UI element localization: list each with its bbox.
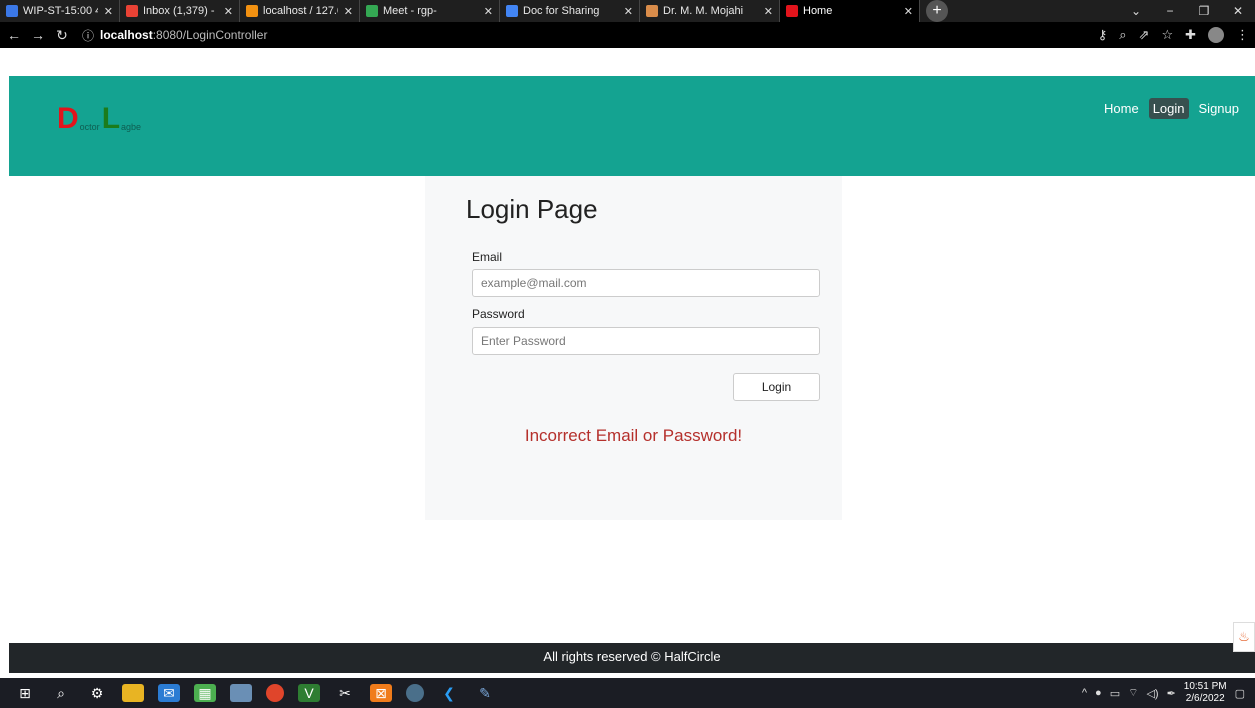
notification-icon[interactable]: ▢ (1235, 687, 1245, 700)
search-icon[interactable]: ⌕ (50, 684, 72, 702)
tab-close-icon[interactable]: ✕ (764, 5, 773, 18)
tab-favicon-icon (126, 5, 138, 17)
menu-kebab-icon[interactable]: ⋮ (1236, 27, 1249, 43)
email-field[interactable] (472, 269, 820, 297)
chrome-icon[interactable] (266, 684, 284, 702)
error-message: Incorrect Email or Password! (524, 426, 743, 445)
tab-search-icon[interactable]: ⌄ (1119, 0, 1153, 22)
tab-favicon-icon (246, 5, 258, 17)
reload-icon[interactable]: ↻ (52, 27, 72, 44)
login-card: Login Page Email Password Login Incorrec… (425, 176, 842, 520)
tab-close-icon[interactable]: ✕ (344, 5, 353, 18)
browser-tab[interactable]: Inbox (1,379) - 2(✕ (120, 0, 240, 22)
chevron-up-icon[interactable]: ^ (1082, 687, 1087, 699)
speaker-icon[interactable]: ◁) (1146, 687, 1158, 700)
settings-gear-icon[interactable]: ⚙ (86, 684, 108, 702)
photos-icon[interactable] (230, 684, 252, 702)
bookmark-star-icon[interactable]: ☆ (1161, 27, 1173, 43)
tab-favicon-icon (6, 5, 18, 17)
nav-login-link[interactable]: Login (1148, 98, 1189, 119)
browser-tab[interactable]: localhost / 127.0.✕ (240, 0, 360, 22)
snipping-tool-icon[interactable]: ✂ (334, 684, 356, 702)
zoom-icon[interactable]: ⌕ (1119, 27, 1126, 43)
tab-close-icon[interactable]: ✕ (224, 5, 233, 18)
windows-start-icon[interactable]: ⊞ (14, 684, 36, 702)
tab-close-icon[interactable]: ✕ (104, 5, 113, 18)
back-arrow-icon[interactable]: ← (4, 27, 24, 43)
tab-favicon-icon (786, 5, 798, 17)
close-window-button[interactable]: ✕ (1221, 0, 1255, 22)
browser-tab[interactable]: Doc for Sharing ✕ (500, 0, 640, 22)
nav-home-link[interactable]: Home (1100, 98, 1143, 119)
vim-icon[interactable]: V (298, 684, 320, 702)
file-explorer-icon[interactable] (122, 684, 144, 702)
chrome-profile-icon[interactable] (406, 684, 424, 702)
page-title: Login Page (466, 194, 598, 224)
password-label: Password (472, 307, 525, 321)
main-nav: Home Login Signup (1100, 98, 1243, 119)
info-icon[interactable]: ⓘ (82, 27, 94, 44)
site-header: Doctor Lagbe Home Login Signup (9, 76, 1255, 176)
system-clock[interactable]: 10:51 PM 2/6/2022 (1184, 681, 1227, 705)
minimize-button[interactable]: − (1153, 0, 1187, 22)
password-field[interactable] (472, 327, 820, 355)
nav-signup-link[interactable]: Signup (1195, 98, 1243, 119)
tab-close-icon[interactable]: ✕ (904, 5, 913, 18)
login-button[interactable]: Login (733, 373, 820, 401)
vscode-icon[interactable]: ❮ (438, 684, 460, 702)
xampp-icon[interactable]: ⊠ (370, 684, 392, 702)
site-logo[interactable]: Doctor Lagbe (57, 104, 143, 134)
pen-icon[interactable]: ✒ (1167, 687, 1176, 700)
battery-icon[interactable]: ▭ (1110, 687, 1120, 700)
tab-favicon-icon (646, 5, 658, 17)
browser-tab[interactable]: Meet - rgp- ✕ (360, 0, 500, 22)
clock-date: 2/6/2022 (1185, 693, 1225, 704)
forward-arrow-icon[interactable]: → (28, 27, 48, 43)
tab-close-icon[interactable]: ✕ (484, 5, 493, 18)
browser-tab[interactable]: Dr. M. M. Mojahi ✕ (640, 0, 780, 22)
browser-toolbar: ⚷ ⌕ ⇗ ☆ ✚ ⋮ (1098, 22, 1249, 48)
store-icon[interactable]: ▦ (194, 684, 216, 702)
tab-favicon-icon (506, 5, 518, 17)
wifi-icon[interactable]: ⌔ (1128, 686, 1138, 700)
microphone-icon[interactable]: ● (1095, 687, 1102, 699)
new-tab-button[interactable]: + (926, 0, 948, 22)
windows-taskbar: ⊞ ⌕ ⚙ ✉ ▦ V ✂ ⊠ ❮ ✎ ^ ● ▭ ⌔ ◁) ✒ 10:51 P… (0, 678, 1255, 708)
url-field[interactable]: ⓘ localhost:8080/LoginController (82, 27, 267, 44)
key-icon[interactable]: ⚷ (1098, 27, 1108, 43)
extensions-icon[interactable]: ✚ (1185, 27, 1196, 43)
tab-favicon-icon (366, 5, 378, 17)
site-footer: All rights reserved © HalfCircle (9, 643, 1255, 673)
email-label: Email (472, 250, 503, 264)
notepad-icon[interactable]: ✎ (474, 684, 496, 702)
browser-tab-bar: WIP-ST-15:00 40✕ Inbox (1,379) - 2(✕ loc… (0, 0, 1255, 22)
system-tray: ^ ● ▭ ⌔ ◁) ✒ 10:51 PM 2/6/2022 ▢ (1082, 678, 1245, 708)
browser-tab[interactable]: WIP-ST-15:00 40✕ (0, 0, 120, 22)
clock-time: 10:51 PM (1183, 681, 1227, 692)
footer-text: All rights reserved © HalfCircle (543, 649, 721, 664)
browser-tab-active[interactable]: Home ✕ (780, 0, 920, 22)
tab-close-icon[interactable]: ✕ (624, 5, 633, 18)
window-controls: ⌄ − ❐ ✕ (1119, 0, 1255, 22)
restore-button[interactable]: ❐ (1187, 0, 1221, 22)
flame-icon[interactable]: ♨ (1233, 622, 1255, 652)
share-icon[interactable]: ⇗ (1139, 27, 1150, 43)
mail-icon[interactable]: ✉ (158, 684, 180, 702)
browser-address-bar: ← → ↻ ⓘ localhost:8080/LoginController ⚷… (0, 22, 1255, 48)
profile-avatar[interactable] (1208, 27, 1224, 43)
